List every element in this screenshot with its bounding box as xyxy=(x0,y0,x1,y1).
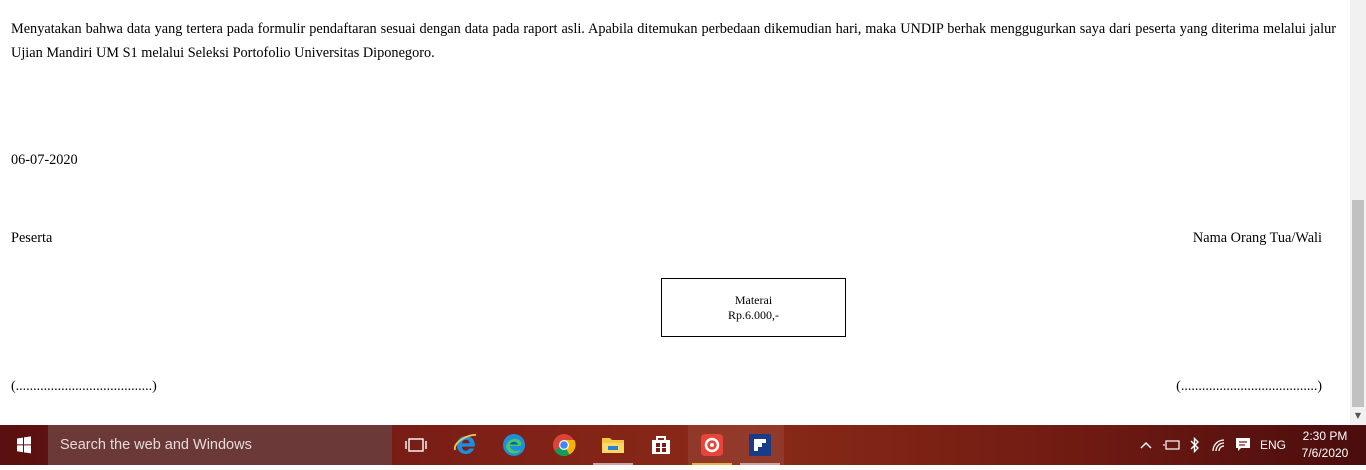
bluetooth-icon xyxy=(1190,437,1199,453)
chrome-button[interactable] xyxy=(540,425,588,465)
clock-date: 7/6/2020 xyxy=(1301,446,1349,460)
clock[interactable]: 2:30 PM 7/6/2020 xyxy=(1292,428,1358,462)
participant-label: Peserta xyxy=(11,230,53,246)
stamp-box: Materai Rp.6.000,- xyxy=(661,278,846,337)
edge-icon xyxy=(503,434,525,456)
task-view-icon xyxy=(405,438,427,452)
guardian-label: Nama Orang Tua/Wali xyxy=(1192,230,1322,246)
edge-button[interactable] xyxy=(490,425,538,465)
action-center-button[interactable] xyxy=(1232,425,1254,465)
battery-icon xyxy=(1163,440,1180,450)
scroll-thumb[interactable] xyxy=(1352,200,1364,407)
vertical-scrollbar[interactable]: ▼ xyxy=(1350,0,1366,425)
document-date: 06-07-2020 xyxy=(11,152,78,168)
notification-icon xyxy=(1236,438,1250,451)
chrome-icon xyxy=(553,434,576,456)
language-indicator[interactable]: ENG xyxy=(1256,425,1290,465)
show-hidden-icons-button[interactable] xyxy=(1136,425,1156,465)
battery-button[interactable] xyxy=(1160,425,1184,465)
flipboard-button[interactable] xyxy=(736,425,784,465)
flipboard-icon xyxy=(749,434,771,456)
chevron-up-icon xyxy=(1140,441,1152,449)
wifi-button[interactable] xyxy=(1208,425,1230,465)
scroll-down-button[interactable]: ▼ xyxy=(1350,409,1366,423)
task-view-button[interactable] xyxy=(392,425,440,465)
taskbar: Search the web and Windows ENG 2:30 PM 7… xyxy=(0,425,1366,465)
store-bag-icon xyxy=(652,436,670,454)
document-page: Menyatakan bahwa data yang tertera pada … xyxy=(0,0,1350,425)
folder-icon xyxy=(602,438,624,453)
stamp-value: Rp.6.000,- xyxy=(728,308,779,322)
scroll-up-button[interactable] xyxy=(1350,0,1366,14)
participant-signature-line: (.......................................… xyxy=(11,379,157,394)
snagit-icon xyxy=(701,434,723,456)
guardian-signature-line: (.......................................… xyxy=(1176,379,1322,394)
clock-time: 2:30 PM xyxy=(1302,429,1348,443)
snagit-button[interactable] xyxy=(688,425,736,465)
bluetooth-button[interactable] xyxy=(1186,425,1204,465)
stamp-title: Materai xyxy=(734,293,773,307)
search-box[interactable]: Search the web and Windows xyxy=(48,425,392,465)
internet-explorer-icon xyxy=(454,434,477,454)
wifi-icon xyxy=(1212,439,1225,452)
internet-explorer-button[interactable] xyxy=(442,425,490,465)
statement-paragraph: Menyatakan bahwa data yang tertera pada … xyxy=(11,21,1336,61)
file-explorer-button[interactable] xyxy=(589,425,637,465)
store-button[interactable] xyxy=(637,425,685,465)
start-button[interactable] xyxy=(0,425,48,465)
windows-logo-icon xyxy=(17,436,31,454)
